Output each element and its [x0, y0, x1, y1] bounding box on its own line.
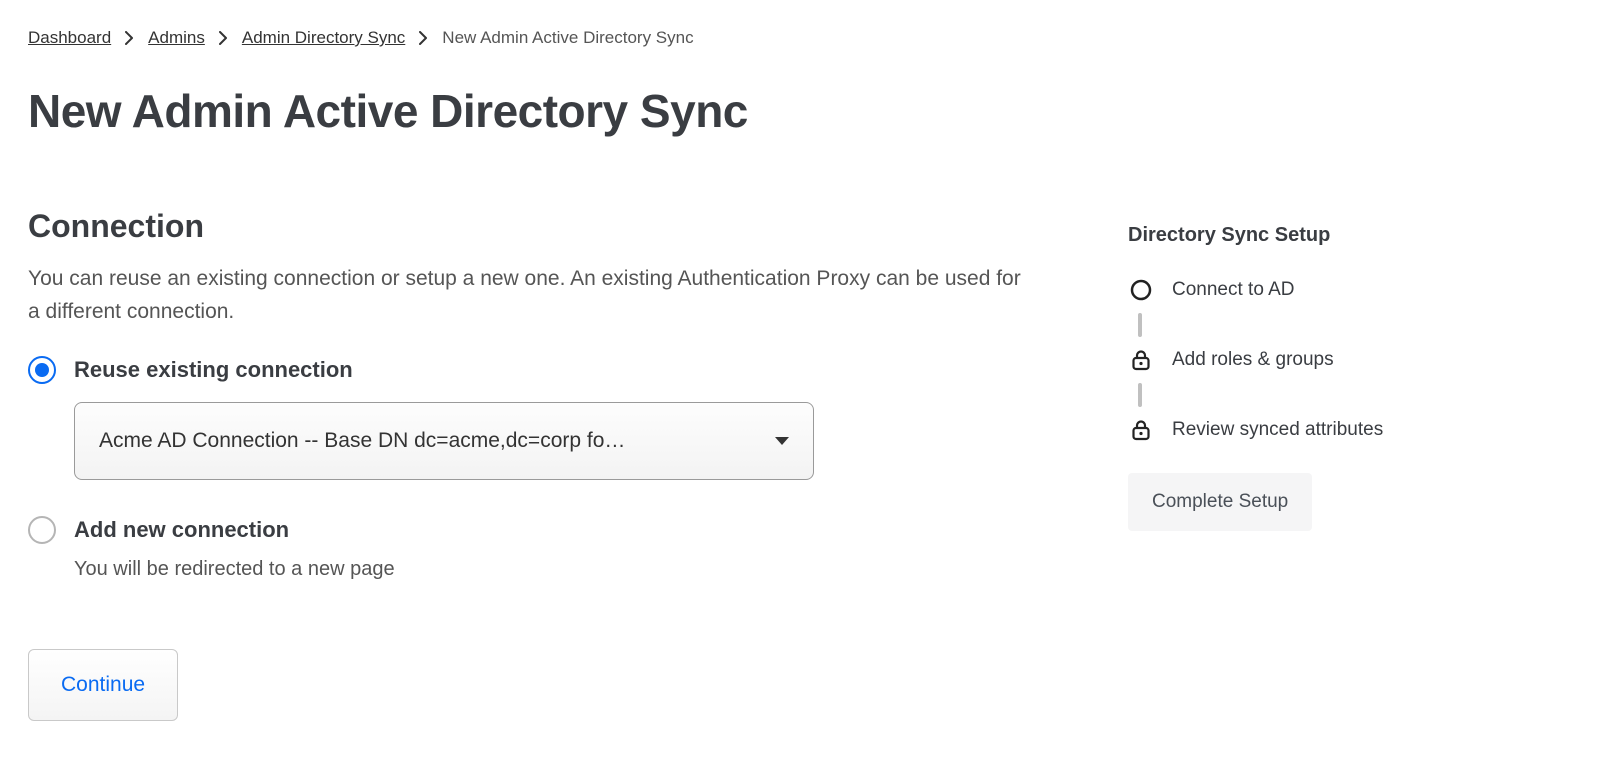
radio-label-reuse: Reuse existing connection [74, 357, 353, 383]
setup-step-connect: Connect to AD [1128, 275, 1468, 305]
lock-icon [1128, 347, 1154, 373]
sidebar-title: Directory Sync Setup [1128, 224, 1468, 247]
radio-hint-addnew: You will be redirected to a new page [74, 558, 1068, 581]
chevron-right-icon [419, 31, 428, 45]
step-connector [1138, 383, 1142, 407]
radio-option-reuse: Reuse existing connection Acme AD Connec… [28, 356, 1068, 480]
setup-step-review: Review synced attributes [1128, 415, 1468, 445]
setup-step-label: Add roles & groups [1172, 349, 1334, 371]
chevron-right-icon [125, 31, 134, 45]
connection-select[interactable]: Acme AD Connection -- Base DN dc=acme,dc… [74, 402, 814, 480]
breadcrumb-link-admins[interactable]: Admins [148, 28, 205, 48]
chevron-down-icon [775, 437, 789, 445]
section-heading-connection: Connection [28, 208, 1068, 245]
setup-sidebar: Directory Sync Setup Connect to AD [1128, 208, 1468, 531]
connection-select-value: Acme AD Connection -- Base DN dc=acme,dc… [99, 429, 775, 453]
chevron-right-icon [219, 31, 228, 45]
radio-label-addnew: Add new connection [74, 517, 289, 543]
setup-step-roles: Add roles & groups [1128, 345, 1468, 375]
step-connector [1138, 313, 1142, 337]
radio-reuse-existing[interactable] [28, 356, 56, 384]
complete-setup-button[interactable]: Complete Setup [1128, 473, 1312, 531]
breadcrumb: Dashboard Admins Admin Directory Sync Ne… [28, 28, 1572, 48]
lock-icon [1128, 417, 1154, 443]
breadcrumb-link-admin-directory-sync[interactable]: Admin Directory Sync [242, 28, 405, 48]
setup-step-label: Review synced attributes [1172, 419, 1383, 441]
page-title: New Admin Active Directory Sync [28, 84, 1572, 138]
radio-option-add-new: Add new connection You will be redirecte… [28, 516, 1068, 581]
breadcrumb-current: New Admin Active Directory Sync [442, 28, 693, 48]
radio-add-new-connection[interactable] [28, 516, 56, 544]
continue-button[interactable]: Continue [28, 649, 178, 721]
setup-step-label: Connect to AD [1172, 279, 1295, 301]
section-description: You can reuse an existing connection or … [28, 263, 1028, 328]
breadcrumb-link-dashboard[interactable]: Dashboard [28, 28, 111, 48]
circle-icon [1128, 277, 1154, 303]
